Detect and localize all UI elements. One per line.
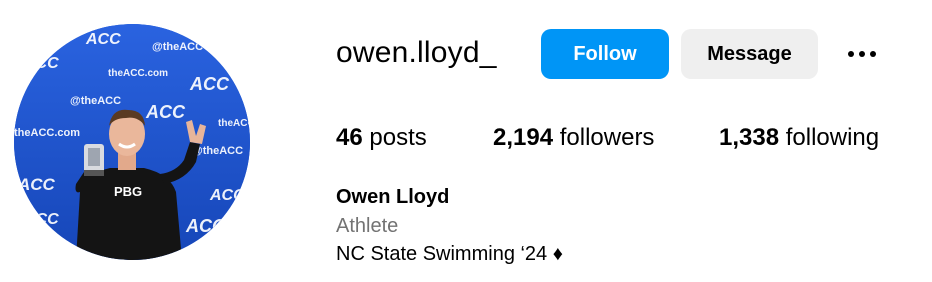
backdrop-text: ACC — [23, 55, 59, 72]
full-name: Owen Lloyd — [336, 186, 450, 208]
posts-count-label: posts — [369, 124, 427, 151]
profile-header: ACC @theACC ACC theACC.com ACC @theACC A… — [0, 0, 932, 282]
dot — [848, 51, 854, 57]
more-options-icon[interactable] — [842, 38, 882, 70]
backdrop-text: theACC.com — [108, 68, 168, 79]
followers-count-value: 2,194 — [493, 124, 554, 151]
following-count-label: following — [785, 124, 880, 151]
posts-count: 46 posts — [336, 124, 427, 152]
backdrop-text: theACC.com — [218, 118, 250, 129]
username: owen.lloyd_ — [336, 36, 497, 69]
backdrop-text: ACC — [209, 187, 245, 204]
followers-link[interactable]: 2,194 followers — [493, 124, 654, 152]
posts-count-value: 46 — [336, 124, 363, 151]
profile-avatar[interactable]: ACC @theACC ACC theACC.com ACC @theACC A… — [14, 24, 250, 260]
followers-count-label: followers — [559, 124, 655, 151]
backdrop-text: theACC.com — [14, 127, 80, 139]
following-link[interactable]: 1,338 following — [719, 124, 879, 152]
backdrop-text: @theACC — [152, 41, 203, 53]
backdrop-text: ACC — [85, 31, 121, 48]
backdrop-text: @theACC — [192, 145, 243, 157]
message-button[interactable]: Message — [681, 29, 818, 79]
follow-button[interactable]: Follow — [541, 29, 669, 79]
shirt-text: PBG — [114, 184, 142, 199]
backdrop-text: ACC — [145, 102, 186, 122]
avatar-photo: ACC @theACC ACC theACC.com ACC @theACC A… — [14, 24, 250, 260]
backdrop-text: ACC — [17, 175, 56, 194]
backdrop-text: ACC — [185, 216, 226, 236]
bio-text: NC State Swimming ‘24 ♦ — [336, 243, 563, 265]
backdrop-text: @theACC — [70, 95, 121, 107]
dot — [859, 51, 865, 57]
backdrop-text: ACC — [23, 211, 59, 228]
profile-category: Athlete — [336, 215, 399, 237]
dot — [870, 51, 876, 57]
following-count-value: 1,338 — [719, 124, 780, 151]
backdrop-text: ACC — [189, 74, 230, 94]
